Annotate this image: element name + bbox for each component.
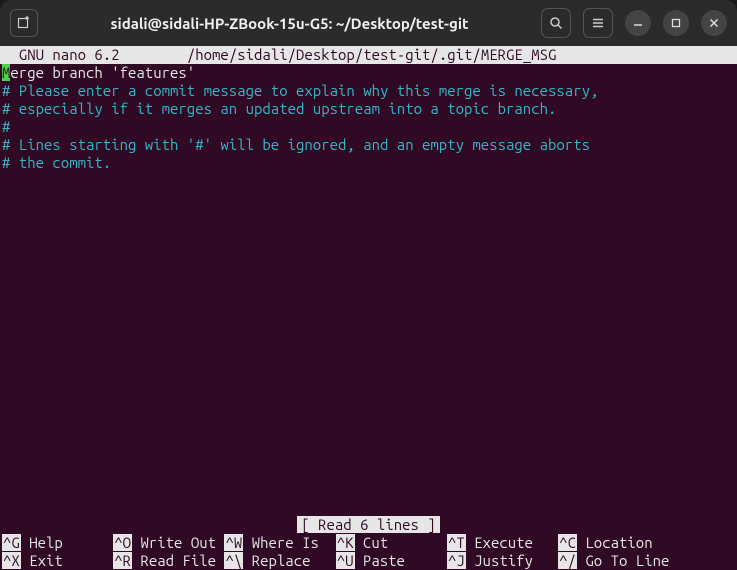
merge-line: erge branch 'features' xyxy=(10,64,195,81)
shortcut-label: Go To Line xyxy=(585,552,669,569)
shortcut-label: Cut xyxy=(363,534,447,551)
comment-line: # the commit. xyxy=(2,154,111,171)
comment-line: # Lines starting with '#' will be ignore… xyxy=(2,136,590,153)
comment-line: # especially if it merges an updated ups… xyxy=(2,100,556,117)
close-button[interactable] xyxy=(701,10,727,36)
maximize-icon xyxy=(671,18,681,28)
shortcut-label: Help xyxy=(29,534,113,551)
shortcut-label: Exit xyxy=(29,552,113,569)
nano-header: GNU nano 6.2 /home/sidali/Desktop/test-g… xyxy=(0,46,737,64)
terminal-area[interactable]: GNU nano 6.2 /home/sidali/Desktop/test-g… xyxy=(0,46,737,570)
window-title: sidali@sidali-HP-ZBook-15u-G5: ~/Desktop… xyxy=(38,15,541,32)
nano-app-name: GNU nano 6.2 xyxy=(2,46,120,63)
shortcut-label: Where Is xyxy=(252,534,336,551)
shortcut-label: Replace xyxy=(252,552,336,569)
close-icon xyxy=(709,18,719,28)
shortcut-key: ^X xyxy=(2,552,21,569)
menu-button[interactable] xyxy=(583,8,613,38)
shortcut-key: ^/ xyxy=(558,552,577,569)
shortcut-key: ^U xyxy=(336,552,355,569)
shortcut-row-2: ^X Exit ^R Read File ^\ Replace ^U Paste… xyxy=(0,552,737,570)
search-icon xyxy=(549,16,563,30)
search-button[interactable] xyxy=(541,8,571,38)
shortcut-row-1: ^G Help ^O Write Out ^W Where Is ^K Cut … xyxy=(0,534,737,552)
shortcut-key: ^T xyxy=(447,534,466,551)
nano-file-path: /home/sidali/Desktop/test-git/.git/MERGE… xyxy=(187,46,557,63)
minimize-icon xyxy=(633,18,643,28)
shortcut-label: Write Out xyxy=(140,534,224,551)
new-tab-icon xyxy=(17,16,31,30)
comment-line: # xyxy=(2,118,10,135)
shortcut-key: ^W xyxy=(224,534,243,551)
comment-line: # Please enter a commit message to expla… xyxy=(2,82,598,99)
shortcut-key: ^\ xyxy=(224,552,243,569)
hamburger-icon xyxy=(591,16,605,30)
minimize-button[interactable] xyxy=(625,10,651,36)
shortcut-key: ^G xyxy=(2,534,21,551)
maximize-button[interactable] xyxy=(663,10,689,36)
shortcut-label: Read File xyxy=(140,552,224,569)
shortcut-label: Paste xyxy=(363,552,447,569)
shortcut-label: Execute xyxy=(474,534,558,551)
nano-status: [ Read 6 lines ] xyxy=(0,516,737,534)
shortcut-key: ^O xyxy=(113,534,132,551)
shortcut-key: ^K xyxy=(336,534,355,551)
shortcut-key: ^R xyxy=(113,552,132,569)
shortcut-label: Location xyxy=(585,534,652,551)
editor-body[interactable]: Merge branch 'features' # Please enter a… xyxy=(0,64,737,516)
new-tab-button[interactable] xyxy=(10,9,38,37)
shortcut-key: ^C xyxy=(558,534,577,551)
window-titlebar: sidali@sidali-HP-ZBook-15u-G5: ~/Desktop… xyxy=(0,0,737,46)
shortcut-label: Justify xyxy=(474,552,558,569)
shortcut-key: ^J xyxy=(447,552,466,569)
